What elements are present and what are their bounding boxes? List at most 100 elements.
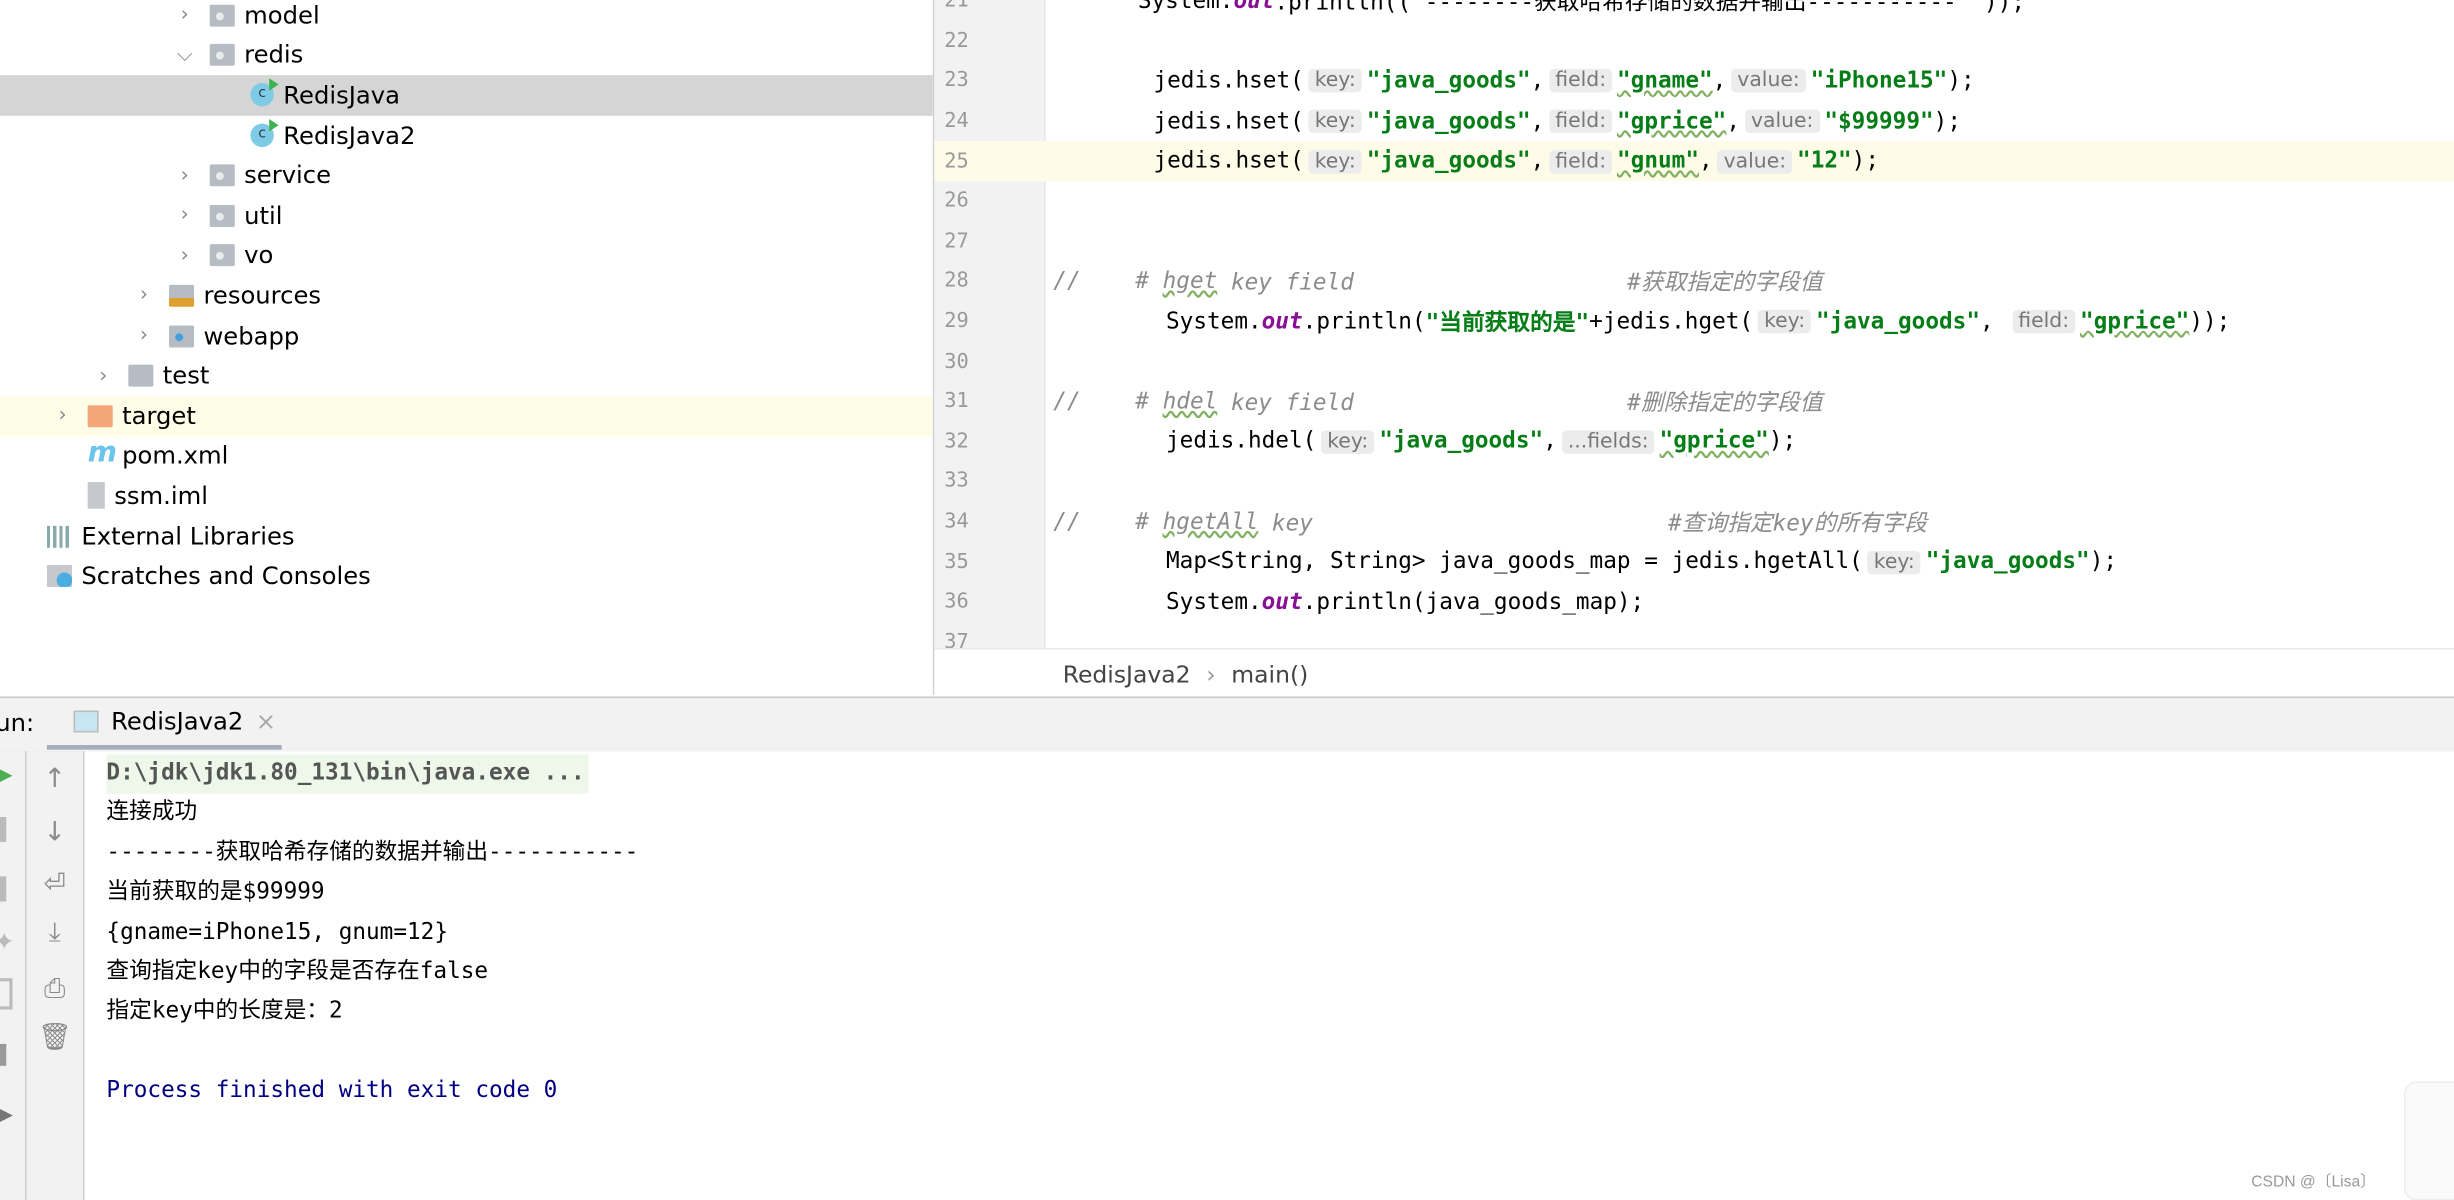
pin-icon[interactable]: ✦ <box>0 927 15 957</box>
code-line[interactable]: 24 jedis.hset(key: "java_goods", field: "gpr… <box>934 101 2454 141</box>
tree-item-label: webapp <box>203 321 300 350</box>
code-line[interactable]: 28 // # hget key field #获取指定的字段值 <box>934 262 2454 302</box>
code-token: .println( <box>1302 309 1426 335</box>
code-token: "当前获取的是" <box>1425 311 1590 337</box>
scroll-to-end-icon[interactable]: ⤓ <box>27 917 83 948</box>
tree-item[interactable]: › resources <box>0 276 933 316</box>
code-line[interactable]: 21 System. out .println(("--------获取哈希存储的数据… <box>934 0 2454 21</box>
tree-item-label: ssm.iml <box>114 482 208 511</box>
scratches-icon <box>46 565 72 588</box>
code-line[interactable]: 34 // # hgetAll key #查询指定key的所有字段 <box>934 502 2454 542</box>
soft-wrap-icon[interactable]: ⏎ <box>27 869 83 900</box>
code-token: out <box>1261 309 1303 335</box>
code-line[interactable]: 31 // # hdel key field #删除指定的字段值 <box>934 382 2454 422</box>
chevron-right-icon[interactable]: › <box>172 244 197 267</box>
floating-widget[interactable] <box>2403 1081 2454 1200</box>
line-number: 33 <box>944 470 969 494</box>
tree-item[interactable]: › webapp <box>0 316 933 356</box>
chevron-down-icon[interactable]: ⌵ <box>172 44 197 67</box>
line-number: 27 <box>944 229 969 254</box>
console-output[interactable]: D:\jdk\jdk1.80_131\bin\java.exe ... 连接成功 -… <box>84 751 2454 1200</box>
breadcrumb-file[interactable]: RedisJava2 <box>1063 660 1191 688</box>
print-icon[interactable]: ⎙ <box>27 973 83 1004</box>
console-line: 指定key中的长度是：2 <box>106 999 343 1025</box>
code-line[interactable]: 36 System. out .println(java_goods_map); <box>934 582 2454 622</box>
tree-item-label: service <box>244 161 332 190</box>
code-token: , <box>1543 429 1557 455</box>
rerun-icon[interactable]: ▶ <box>0 764 13 787</box>
tree-item[interactable]: c RedisJava2 <box>0 115 933 155</box>
code-line[interactable]: 29 System. out .println("当前获取的是" +jedis.hget… <box>934 302 2454 342</box>
code-token: , <box>1699 148 1713 175</box>
tree-item[interactable]: External Libraries <box>0 516 933 556</box>
restore-layout-icon[interactable] <box>0 876 7 902</box>
parameter-hint: field: <box>1549 69 1613 94</box>
code-token: , <box>1530 108 1545 134</box>
tree-item[interactable]: Scratches and Consoles <box>0 556 933 596</box>
tree-item[interactable]: ssm.iml <box>0 476 933 516</box>
tree-item[interactable]: › vo <box>0 236 933 276</box>
close-icon[interactable]: × <box>256 707 276 735</box>
code-line[interactable]: 22 <box>934 21 2454 61</box>
code-text: // # hget key field #获取指定的字段值 <box>1053 265 1822 298</box>
breadcrumb-method[interactable]: main() <box>1231 660 1308 688</box>
more-icon[interactable]: ▶ <box>0 1099 13 1129</box>
stop-icon[interactable] <box>0 816 7 843</box>
chevron-right-icon[interactable]: › <box>131 284 156 307</box>
code-token: , <box>1530 68 1545 94</box>
code-token: "java_goods" <box>1816 309 1980 335</box>
trash-icon[interactable]: 🗑 <box>27 1022 83 1053</box>
code-line[interactable]: 33 <box>934 462 2454 502</box>
layout-icon[interactable] <box>0 1043 7 1066</box>
code-line[interactable]: 23 jedis.hset(key: "java_goods", field: "gna… <box>934 61 2454 101</box>
parameter-hint: key: <box>1308 149 1363 174</box>
tree-item-label: External Libraries <box>81 522 295 551</box>
code-text: System. out .println("当前获取的是" +jedis.hget(k… <box>1166 305 2230 338</box>
line-number: 22 <box>944 29 969 54</box>
arrow-down-icon[interactable]: ↓ <box>27 817 83 848</box>
console-icon <box>73 710 99 733</box>
tree-item[interactable]: › model <box>0 0 933 35</box>
tree-item[interactable]: ⌵ redis <box>0 35 933 75</box>
package-folder-icon <box>209 44 235 67</box>
code-line[interactable]: 30 <box>934 342 2454 382</box>
code-token: System. <box>1137 0 1234 14</box>
parameter-hint: field: <box>2012 310 2076 334</box>
chevron-right-icon[interactable]: › <box>172 164 197 187</box>
tree-item[interactable]: › test <box>0 356 933 396</box>
code-token: , <box>1712 68 1727 94</box>
code-line[interactable]: 27 <box>934 222 2454 262</box>
tree-item[interactable]: › util <box>0 196 933 236</box>
code-line[interactable]: 32 jedis.hdel(key: "java_goods", ...fields:… <box>934 422 2454 462</box>
code-line[interactable]: 25 jedis.hset(key: "java_goods", field: "gnu… <box>934 141 2454 182</box>
code-token: out <box>1233 0 1275 14</box>
code-token: ); <box>1933 108 1961 134</box>
code-line[interactable]: 26 <box>934 182 2454 222</box>
resources-folder-icon <box>169 284 195 307</box>
parameter-hint: key: <box>1308 69 1363 94</box>
chevron-right-icon[interactable]: › <box>91 364 116 387</box>
chevron-right-icon[interactable]: › <box>172 204 197 227</box>
chevron-right-icon[interactable]: › <box>50 404 75 427</box>
tree-item[interactable]: c RedisJava <box>0 75 933 116</box>
tree-item-label: redis <box>244 41 304 70</box>
run-toolbar-left: ▶ ✦ ▶ <box>0 751 27 1200</box>
code-editor[interactable]: 21 System. out .println(("--------获取哈希存储的数据… <box>934 0 2454 648</box>
exit-icon[interactable] <box>0 978 13 1010</box>
code-token: "gprice" <box>2080 309 2190 335</box>
arrow-up-icon[interactable]: ↑ <box>27 764 83 795</box>
tree-item[interactable]: › target <box>0 395 933 437</box>
code-line[interactable]: 35 Map<String, String> java_goods_map = j… <box>934 542 2454 582</box>
line-number: 37 <box>944 630 969 648</box>
tree-item[interactable]: m pom.xml <box>0 436 933 476</box>
watermark: CSDN @〔Lisa〕 <box>2251 1173 2376 1192</box>
parameter-hint: value: <box>1717 149 1793 174</box>
maven-icon: m <box>87 437 118 471</box>
chevron-right-icon[interactable]: › <box>172 4 197 27</box>
java-class-icon: c <box>250 79 279 108</box>
run-tab-redisjava2[interactable]: RedisJava2 × <box>46 698 282 750</box>
chevron-right-icon[interactable]: › <box>131 324 156 347</box>
code-text: // # hgetAll key #查询指定key的所有字段 <box>1053 506 1927 539</box>
code-line[interactable]: 37 <box>934 622 2454 648</box>
tree-item[interactable]: › service <box>0 156 933 196</box>
